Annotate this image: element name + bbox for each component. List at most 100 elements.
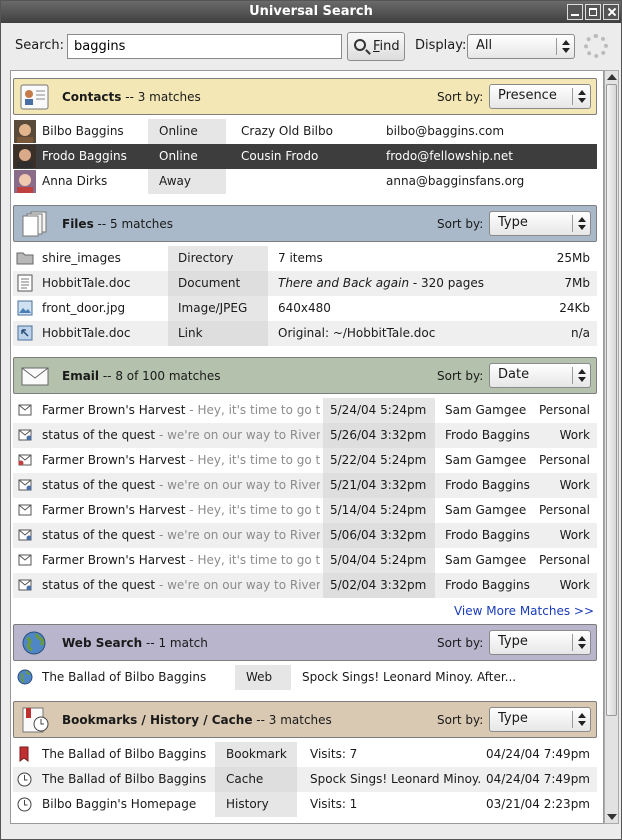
files-stack-icon [22, 211, 47, 237]
contact-row[interactable]: Bilbo Baggins Online Crazy Old Bilbo bil… [13, 119, 597, 144]
address-book-icon [20, 84, 49, 110]
email-row[interactable]: status of the quest - we're on our way t… [13, 573, 597, 598]
updown-arrows-icon [572, 215, 590, 232]
view-more-matches-link[interactable]: View More Matches >> [454, 604, 594, 618]
email-sender: Frodo Baggins [445, 528, 530, 542]
mail-replied-icon [18, 579, 32, 591]
maximize-button[interactable] [585, 4, 601, 20]
file-row[interactable]: front_door.jpg Image/JPEG 640x480 24Kb [13, 296, 597, 321]
email-date: 5/21/04 3:32pm [330, 478, 427, 492]
email-row[interactable]: Farmer Brown's Harvest - Hey, it's time … [13, 548, 597, 573]
files-sort-select[interactable]: Type [489, 211, 591, 236]
email-date: 5/06/04 3:32pm [330, 528, 427, 542]
results-pane[interactable]: Contacts -- 3 matches Sort by: Presence … [10, 70, 604, 824]
web-result-title: The Ballad of Bilbo Baggins [42, 670, 207, 684]
bookmark-date: 03/21/04 2:23pm [486, 797, 590, 811]
email-date: 5/22/04 5:24pm [330, 453, 427, 467]
contacts-sort-select[interactable]: Presence [489, 84, 591, 109]
email-folder: Personal [538, 403, 590, 417]
email-sender: Sam Gamgee [445, 403, 527, 417]
file-info: There and Back again - 320 pages [278, 276, 484, 290]
mail-message-icon [18, 554, 32, 566]
contact-row[interactable]: Frodo Baggins Online Cousin Frodo frodo@… [13, 144, 597, 169]
sort-by-label: Sort by: [437, 369, 484, 383]
email-row[interactable]: status of the quest - we're on our way t… [13, 523, 597, 548]
globe-icon [17, 669, 33, 685]
file-size: 25Mb [556, 251, 590, 265]
scroll-down-arrow-icon[interactable] [607, 814, 617, 820]
universal-search-window: Universal Search Search: Find Display: A… [0, 0, 622, 840]
bookmark-row[interactable]: The Ballad of Bilbo Baggins Bookmark Vis… [13, 742, 597, 767]
scroll-up-arrow-icon[interactable] [607, 74, 617, 80]
mail-message-icon [18, 504, 32, 516]
file-row[interactable]: shire_images Directory 7 items 25Mb [13, 246, 597, 271]
web-result-row[interactable]: The Ballad of Bilbo Baggins Web Spock Si… [13, 665, 597, 690]
file-type: Link [178, 326, 203, 340]
mail-replied-icon [18, 479, 32, 491]
email-subject-preview: Farmer Brown's Harvest - Hey, it's time … [42, 403, 320, 417]
email-subject-preview: status of the quest - we're on our way t… [42, 528, 320, 542]
email-row[interactable]: status of the quest - we're on our way t… [13, 473, 597, 498]
search-input[interactable] [67, 34, 342, 59]
web-sort-select[interactable]: Type [489, 630, 591, 655]
bookmarks-header: Bookmarks / History / Cache -- 3 matches… [13, 701, 597, 738]
bookmark-date: 04/24/04 7:49pm [486, 747, 590, 761]
file-type: Document [178, 276, 241, 290]
link-icon [17, 325, 33, 341]
mail-replied-icon [18, 529, 32, 541]
files-sort-value: Type [498, 215, 528, 230]
email-row[interactable]: Farmer Brown's Harvest - Hey, it's time … [13, 448, 597, 473]
email-sender: Sam Gamgee [445, 503, 527, 517]
contacts-header: Contacts -- 3 matches Sort by: Presence [13, 78, 597, 115]
bookmarks-title: Bookmarks / History / Cache -- 3 matches [62, 713, 332, 727]
search-bar: Search: Find Display: All [1, 23, 621, 69]
find-button[interactable]: Find [347, 32, 405, 61]
contact-status: Online [159, 124, 198, 138]
bookmark-type: History [226, 797, 269, 811]
title-bar[interactable]: Universal Search [1, 1, 621, 23]
contact-email: frodo@fellowship.net [386, 149, 513, 163]
sort-by-label: Sort by: [437, 90, 484, 104]
mail-message-icon [18, 454, 32, 466]
file-row[interactable]: HobbitTale.doc Document There and Back a… [13, 271, 597, 296]
bookmarks-sort-select[interactable]: Type [489, 707, 591, 732]
display-select[interactable]: All [467, 34, 575, 59]
files-title: Files -- 5 matches [62, 217, 174, 231]
email-row[interactable]: Farmer Brown's Harvest - Hey, it's time … [13, 398, 597, 423]
email-sender: Frodo Baggins [445, 478, 530, 492]
file-name: HobbitTale.doc [42, 276, 131, 290]
contact-row[interactable]: Anna Dirks Away anna@bagginsfans.org [13, 169, 597, 194]
bookmark-row[interactable]: Bilbo Baggin's Homepage History Visits: … [13, 792, 597, 817]
file-name: HobbitTale.doc [42, 326, 131, 340]
clock-icon [17, 772, 32, 787]
file-name: front_door.jpg [42, 301, 126, 315]
envelope-icon [21, 367, 49, 386]
magnifier-icon [354, 39, 366, 51]
globe-icon [22, 631, 46, 655]
close-button[interactable] [603, 4, 619, 20]
bookmark-date: 04/24/04 7:49pm [486, 772, 590, 786]
email-sort-select[interactable]: Date [489, 363, 591, 388]
bookmark-title: The Ballad of Bilbo Baggins [42, 772, 207, 786]
contact-email: bilbo@baggins.com [386, 124, 505, 138]
contacts-title: Contacts -- 3 matches [62, 90, 201, 104]
email-subject-preview: Farmer Brown's Harvest - Hey, it's time … [42, 453, 320, 467]
email-folder: Work [559, 478, 590, 492]
email-row[interactable]: status of the quest - we're on our way t… [13, 423, 597, 448]
search-label: Search: [15, 38, 65, 53]
scrollbar-thumb[interactable] [606, 84, 617, 716]
contact-email: anna@bagginsfans.org [386, 174, 525, 188]
document-icon [17, 274, 33, 292]
email-sender: Frodo Baggins [445, 578, 530, 592]
email-sender: Sam Gamgee [445, 453, 527, 467]
file-row[interactable]: HobbitTale.doc Link Original: ~/HobbitTa… [13, 321, 597, 346]
email-folder: Work [559, 528, 590, 542]
view-more-row: View More Matches >> [13, 598, 597, 623]
minimize-button[interactable] [567, 4, 583, 20]
results-scrollbar[interactable] [604, 70, 619, 824]
email-row[interactable]: Farmer Brown's Harvest - Hey, it's time … [13, 498, 597, 523]
file-name: shire_images [42, 251, 121, 265]
bookmark-row[interactable]: The Ballad of Bilbo Baggins Cache Spock … [13, 767, 597, 792]
contacts-sort-value: Presence [498, 88, 557, 103]
bookmark-info: Visits: 7 [310, 747, 358, 761]
